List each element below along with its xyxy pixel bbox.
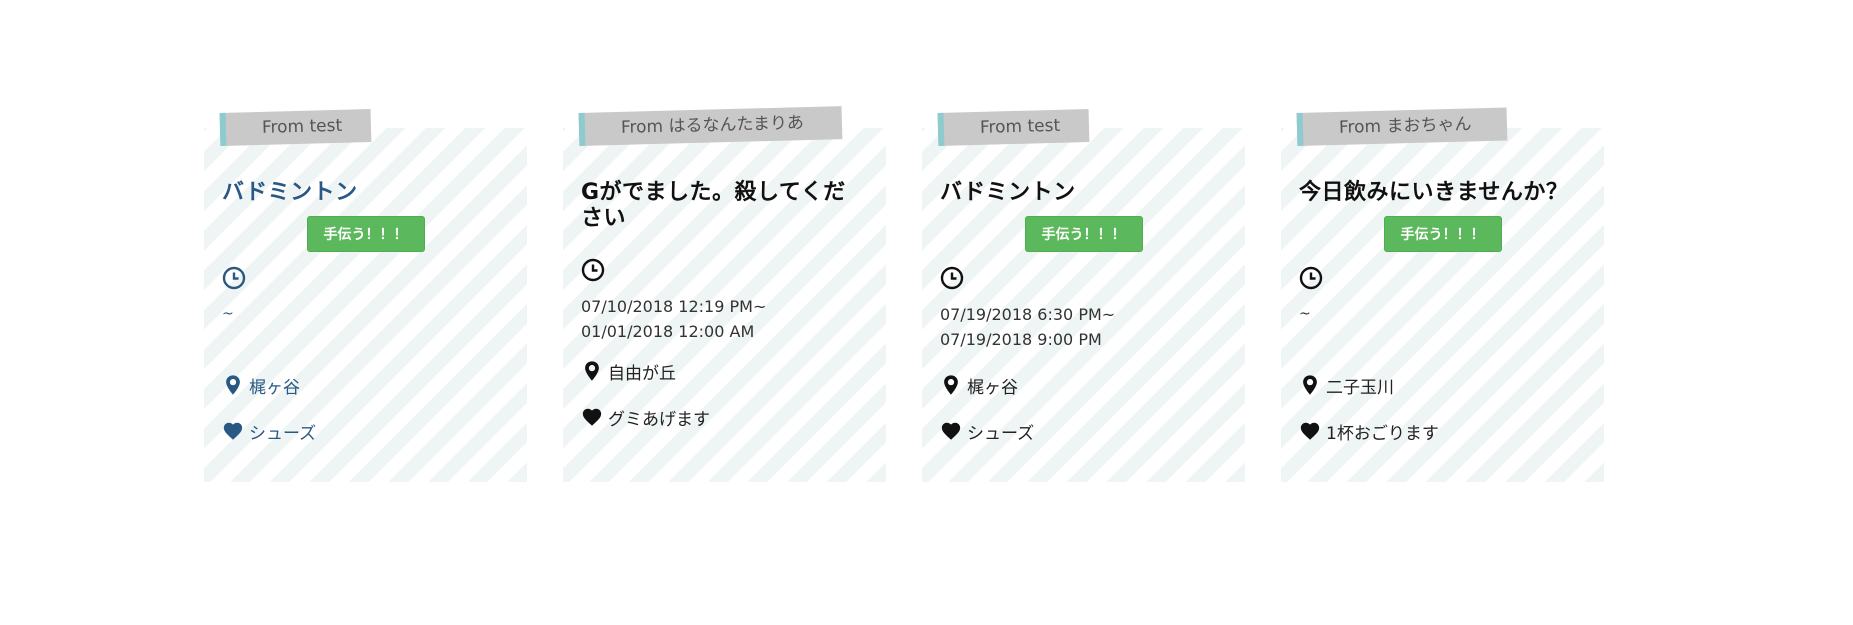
time-range: ~ bbox=[1299, 302, 1586, 352]
reward-text: シューズ bbox=[967, 423, 1035, 444]
time-start: ~ bbox=[1299, 306, 1311, 322]
from-tag: From test bbox=[937, 109, 1090, 146]
time-range: 07/10/2018 12:19 PM~ 01/01/2018 12:00 AM bbox=[581, 294, 868, 344]
card-title[interactable]: バドミントン bbox=[222, 180, 509, 206]
reward-row: シューズ bbox=[940, 416, 1227, 446]
heart-icon bbox=[941, 422, 961, 440]
time-range: ~ bbox=[222, 302, 509, 352]
card-title[interactable]: バドミントン bbox=[940, 180, 1227, 206]
location-text: 梶ヶ谷 bbox=[249, 377, 300, 398]
location-text: 二子玉川 bbox=[1326, 377, 1394, 398]
time-range: 07/19/2018 6:30 PM~ 07/19/2018 9:00 PM bbox=[940, 302, 1227, 352]
reward-row: シューズ bbox=[222, 416, 509, 446]
request-card[interactable]: From はるなんたまりあ Gがでました。殺してください 07/10/2018 … bbox=[563, 106, 886, 482]
help-button[interactable]: 手伝う！！！ bbox=[1024, 216, 1143, 252]
from-tag: From まおちゃん bbox=[1296, 107, 1508, 146]
reward-text: グミあげます bbox=[608, 409, 710, 430]
reward-text: 1杯おごります bbox=[1326, 423, 1439, 444]
map-pin-icon bbox=[944, 375, 958, 395]
request-card[interactable]: From まおちゃん 今日飲みにいきませんか？ 手伝う！！！ ~ 二子玉川 1杯… bbox=[1281, 107, 1604, 482]
card-title[interactable]: Gがでました。殺してください bbox=[581, 180, 868, 232]
reward-row: グミあげます bbox=[581, 402, 868, 432]
card-list: From test バドミントン 手伝う！！！ ~ 梶ヶ谷 シューズ From … bbox=[0, 0, 1853, 625]
reward-text: シューズ bbox=[249, 423, 317, 444]
map-pin-icon bbox=[1303, 375, 1317, 395]
location-row: 梶ヶ谷 bbox=[940, 370, 1227, 400]
time-start: 07/19/2018 6:30 PM~ bbox=[940, 305, 1116, 324]
time-end: 07/19/2018 9:00 PM bbox=[940, 330, 1102, 349]
time-start: 07/10/2018 12:19 PM~ bbox=[581, 297, 767, 316]
location-row: 自由が丘 bbox=[581, 356, 868, 386]
map-pin-icon bbox=[585, 361, 599, 381]
location-text: 梶ヶ谷 bbox=[967, 377, 1018, 398]
card-title[interactable]: 今日飲みにいきませんか？ bbox=[1299, 180, 1586, 206]
heart-icon bbox=[223, 422, 243, 440]
from-tag: From はるなんたまりあ bbox=[578, 106, 843, 146]
location-row: 二子玉川 bbox=[1299, 370, 1586, 400]
clock-icon bbox=[222, 266, 246, 290]
request-card[interactable]: From test バドミントン 手伝う！！！ 07/19/2018 6:30 … bbox=[922, 109, 1245, 482]
clock-icon bbox=[940, 266, 964, 290]
time-end: 01/01/2018 12:00 AM bbox=[581, 322, 755, 341]
request-card[interactable]: From test バドミントン 手伝う！！！ ~ 梶ヶ谷 シューズ bbox=[204, 109, 527, 482]
map-pin-icon bbox=[226, 375, 240, 395]
time-start: ~ bbox=[222, 306, 234, 322]
location-text: 自由が丘 bbox=[608, 363, 676, 384]
reward-row: 1杯おごります bbox=[1299, 416, 1586, 446]
clock-icon bbox=[581, 258, 605, 282]
help-button[interactable]: 手伝う！！！ bbox=[1383, 216, 1502, 252]
clock-icon bbox=[1299, 266, 1323, 290]
heart-icon bbox=[1300, 422, 1320, 440]
from-tag: From test bbox=[219, 109, 372, 146]
heart-icon bbox=[582, 408, 602, 426]
help-button[interactable]: 手伝う！！！ bbox=[306, 216, 425, 252]
location-row: 梶ヶ谷 bbox=[222, 370, 509, 400]
